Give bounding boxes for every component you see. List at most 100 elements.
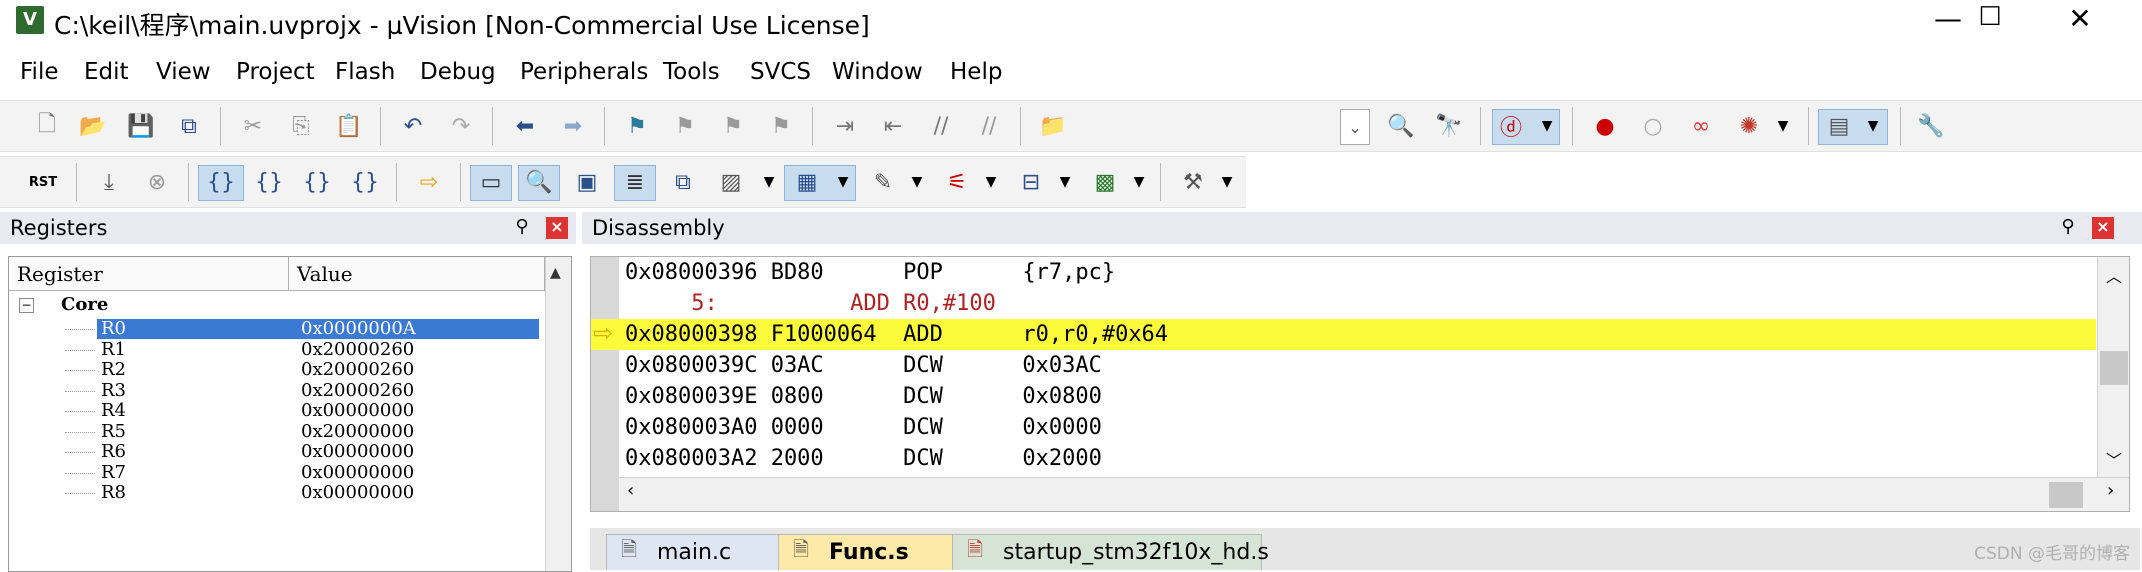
- bookmark-clear-icon[interactable]: ⚑: [764, 109, 798, 143]
- register-value[interactable]: 0x20000260: [301, 360, 414, 380]
- close-icon[interactable]: ×: [546, 217, 568, 239]
- menu-peripherals[interactable]: Peripherals: [520, 59, 648, 85]
- scroll-right-icon[interactable]: ›: [2107, 480, 2114, 501]
- register-value[interactable]: 0x00000000: [301, 462, 414, 483]
- paste-icon[interactable]: 📋: [332, 109, 366, 143]
- target-select-dropdown[interactable]: ⌄: [1340, 109, 1370, 145]
- register-row[interactable]: R3 0x20000260: [9, 380, 539, 401]
- register-row[interactable]: R7 0x00000000: [9, 462, 539, 483]
- disassembly-line[interactable]: 0x0800039C 03AC DCW 0x03AC: [591, 350, 2096, 381]
- symbols-window-icon[interactable]: ▣: [570, 165, 604, 199]
- source-line[interactable]: 5: ADD R0,#100: [591, 288, 2096, 319]
- bookmark-next-icon[interactable]: ⚑: [716, 109, 750, 143]
- collapse-icon[interactable]: −: [19, 298, 34, 313]
- enable-breakpoint-icon[interactable]: ○: [1636, 109, 1670, 143]
- save-all-icon[interactable]: ⧉: [172, 109, 206, 143]
- open-folder-icon[interactable]: 📂: [76, 109, 110, 143]
- tab-startup-file[interactable]: 🗎 startup_stm32f10x_hd.s: [952, 534, 1269, 570]
- disassembly-view[interactable]: 0x08000396 BD80 POP {r7,pc} 5: ADD R0,#1…: [590, 256, 2130, 512]
- chevron-down-icon[interactable]: ▼: [1766, 109, 1800, 143]
- chevron-down-icon[interactable]: ▼: [1530, 109, 1564, 143]
- menu-flash[interactable]: Flash: [335, 59, 395, 85]
- copy-icon[interactable]: ⎘: [284, 109, 318, 143]
- pin-icon[interactable]: ⚲: [512, 216, 532, 238]
- show-next-statement-icon[interactable]: ⇨: [412, 165, 446, 199]
- bookmark-prev-icon[interactable]: ⚑: [668, 109, 702, 143]
- disassembly-hscrollbar[interactable]: ‹ ›: [619, 477, 2129, 511]
- chevron-down-icon[interactable]: ▼: [900, 165, 934, 199]
- registers-window-icon[interactable]: ≣: [618, 165, 652, 199]
- register-row[interactable]: R8 0x00000000: [9, 483, 539, 503]
- disassembly-vscrollbar[interactable]: ︿ ﹀: [2097, 257, 2129, 477]
- uncomment-icon[interactable]: //: [972, 109, 1006, 143]
- tab-func-s[interactable]: 🗎 Func.s: [778, 534, 958, 570]
- disassembly-window-icon[interactable]: 🔍: [522, 165, 556, 199]
- menu-help[interactable]: Help: [950, 59, 1002, 85]
- new-file-icon[interactable]: 🗋: [30, 109, 64, 143]
- incremental-find-icon[interactable]: 🔭: [1432, 109, 1466, 143]
- step-over-icon[interactable]: {}: [252, 165, 286, 199]
- register-row[interactable]: R6 0x00000000: [9, 442, 539, 462]
- register-row[interactable]: R1 0x20000260: [9, 339, 539, 360]
- column-header-value[interactable]: Value: [289, 257, 545, 291]
- pin-icon[interactable]: ⚲: [2058, 216, 2078, 238]
- stop-icon[interactable]: ⊗: [140, 165, 174, 199]
- register-row[interactable]: R0 0x0000000A: [9, 319, 539, 339]
- run-icon[interactable]: ⤓: [92, 165, 126, 199]
- registers-scrollbar[interactable]: ▲: [545, 257, 571, 571]
- analysis-window-icon[interactable]: ⚟: [940, 165, 974, 199]
- menu-edit[interactable]: Edit: [84, 59, 129, 85]
- register-row[interactable]: R4 0x00000000: [9, 401, 539, 421]
- system-viewer-icon[interactable]: ▩: [1088, 165, 1122, 199]
- scroll-thumb[interactable]: [2100, 351, 2128, 385]
- disassembly-line[interactable]: 0x080003A2 2000 DCW 0x2000: [591, 443, 2096, 474]
- toolbox-icon[interactable]: ⚒: [1176, 165, 1210, 199]
- register-value[interactable]: 0x00000000: [301, 401, 414, 421]
- bookmark-insert-icon[interactable]: ⚑: [620, 109, 654, 143]
- window-layout-icon[interactable]: ▤: [1822, 109, 1856, 143]
- register-value[interactable]: 0x00000000: [301, 483, 414, 503]
- navigate-forward-icon[interactable]: ➡: [556, 109, 590, 143]
- insert-breakpoint-icon[interactable]: ●: [1588, 109, 1622, 143]
- chevron-down-icon[interactable]: ▼: [1122, 165, 1156, 199]
- scroll-up-icon[interactable]: ︿: [2106, 263, 2122, 287]
- close-button[interactable]: ✕: [2050, 2, 2110, 40]
- disassembly-line[interactable]: 0x0800039E 0800 DCW 0x0800: [591, 381, 2096, 412]
- memory-window-icon[interactable]: ▦: [790, 165, 824, 199]
- command-window-icon[interactable]: ▭: [474, 165, 508, 199]
- watch-windows-icon[interactable]: ▨: [714, 165, 748, 199]
- menu-project[interactable]: Project: [236, 59, 315, 85]
- configure-icon[interactable]: 🔧: [1914, 109, 1948, 143]
- scroll-down-icon[interactable]: ﹀: [2106, 447, 2122, 471]
- chevron-down-icon[interactable]: ▼: [826, 165, 860, 199]
- cut-icon[interactable]: ✂: [236, 109, 270, 143]
- run-to-cursor-icon[interactable]: {}: [348, 165, 382, 199]
- register-value[interactable]: 0x20000260: [301, 339, 414, 360]
- undo-icon[interactable]: ↶: [396, 109, 430, 143]
- register-row[interactable]: R5 0x20000000: [9, 421, 539, 442]
- disassembly-line[interactable]: 0x08000396 BD80 POP {r7,pc}: [591, 257, 2096, 288]
- chevron-down-icon[interactable]: ▼: [974, 165, 1008, 199]
- chevron-down-icon[interactable]: ▼: [1210, 165, 1244, 199]
- unindent-icon[interactable]: ⇤: [876, 109, 910, 143]
- find-icon[interactable]: 🔍: [1384, 109, 1418, 143]
- disassembly-line[interactable]: 0x080003A0 0000 DCW 0x0000: [591, 412, 2096, 443]
- menu-window[interactable]: Window: [832, 59, 923, 85]
- menu-file[interactable]: File: [20, 59, 59, 85]
- register-value[interactable]: 0x20000000: [301, 421, 414, 442]
- call-stack-icon[interactable]: ⧉: [666, 165, 700, 199]
- step-icon[interactable]: {}: [204, 165, 238, 199]
- chevron-down-icon[interactable]: ▼: [1856, 109, 1890, 143]
- disassembly-line[interactable]: 0x08000398 F1000064 ADD r0,r0,#0x64 ⇨: [591, 319, 2096, 350]
- navigate-back-icon[interactable]: ⬅: [508, 109, 542, 143]
- menu-debug[interactable]: Debug: [420, 59, 496, 85]
- step-out-icon[interactable]: {}: [300, 165, 334, 199]
- hscroll-thumb[interactable]: [2049, 482, 2083, 508]
- column-header-register[interactable]: Register: [9, 257, 289, 291]
- reset-cpu-button[interactable]: RST: [26, 165, 60, 199]
- maximize-button[interactable]: ☐: [1960, 2, 2020, 40]
- register-group-core[interactable]: − Core: [9, 291, 539, 319]
- trace-window-icon[interactable]: ⊟: [1014, 165, 1048, 199]
- register-value[interactable]: 0x20000260: [301, 380, 414, 401]
- menu-svcs[interactable]: SVCS: [750, 59, 811, 85]
